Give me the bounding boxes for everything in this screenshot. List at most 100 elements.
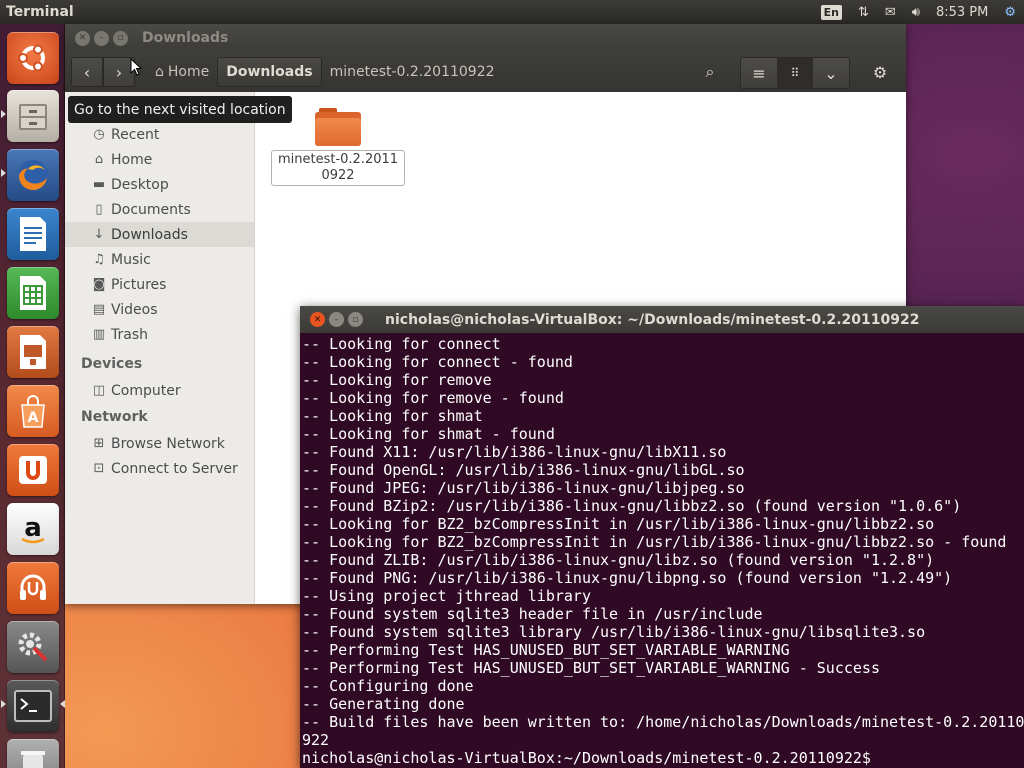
launcher-amazon-button[interactable]: a: [7, 503, 59, 555]
clock[interactable]: 8:53 PM: [928, 5, 996, 20]
sidebar-item-home[interactable]: ⌂ Home: [65, 147, 254, 172]
close-icon[interactable]: ✕: [310, 312, 325, 327]
sidebar-item-documents[interactable]: ▯ Documents: [65, 197, 254, 222]
shopping-bag-icon: A: [21, 395, 45, 428]
sidebar-item-connect-to-server[interactable]: ⊡ Connect to Server: [65, 456, 254, 481]
launcher-calc-button[interactable]: [7, 267, 59, 319]
terminal-line: nicholas@nicholas-VirtualBox:~/Downloads…: [302, 749, 871, 767]
chevron-down-icon: ⌄: [824, 63, 838, 83]
terminal-line: -- Configuring done: [302, 677, 474, 695]
sidebar-item-videos[interactable]: ▤ Videos: [65, 297, 254, 322]
terminal-line: -- Using project jthread library: [302, 587, 591, 605]
launcher-ubuntu-one-button[interactable]: [7, 444, 59, 496]
keyboard-layout-badge: En: [820, 4, 842, 20]
folder-icon: [315, 108, 361, 146]
network-arrows-icon[interactable]: ⇅: [850, 0, 877, 24]
volume-icon[interactable]: 🔊︎: [904, 0, 928, 24]
settings-gear-icon[interactable]: ⚙: [996, 0, 1024, 24]
sidebar-item-music[interactable]: ♫ Music: [65, 247, 254, 272]
close-icon[interactable]: ✕: [75, 30, 90, 46]
sidebar-item-pictures[interactable]: ◙ Pictures: [65, 272, 254, 297]
svg-text:A: A: [28, 410, 39, 426]
settings-button[interactable]: ⚙: [862, 57, 898, 87]
terminal-line: -- Found X11: /usr/lib/i386-linux-gnu/li…: [302, 443, 727, 461]
list-view-button[interactable]: ≡: [741, 58, 777, 88]
clock-icon: ◷: [93, 127, 105, 142]
sidebar-item-label: Documents: [111, 201, 191, 218]
search-button[interactable]: ⌕: [692, 57, 728, 87]
minimize-icon[interactable]: –: [329, 312, 344, 327]
grid-icon: ⠿: [790, 66, 800, 80]
launcher-terminal-button[interactable]: [7, 680, 59, 732]
chevron-right-icon: ›: [115, 62, 123, 82]
ubuntu-one-icon: [19, 456, 47, 484]
ubuntu-logo-icon: [18, 44, 45, 72]
sidebar-item-label: Downloads: [111, 226, 188, 243]
sidebar-item-label: Pictures: [111, 276, 167, 293]
sidebar-item-label: Browse Network: [111, 435, 225, 452]
sidebar-item-trash[interactable]: ▥ Trash: [65, 322, 254, 347]
sidebar-item-label: Desktop: [111, 176, 169, 193]
terminal-window: ✕ – ▫ nicholas@nicholas-VirtualBox: ~/Do…: [300, 306, 1024, 768]
network-icon: ⊞: [93, 436, 105, 451]
breadcrumb-next[interactable]: minetest-0.2.20110922: [322, 57, 503, 87]
maximize-icon[interactable]: ▫: [113, 30, 128, 46]
gear-icon: ⚙: [872, 62, 888, 82]
sidebar-item-label: Recent: [111, 126, 160, 143]
settings-icon: [18, 632, 48, 662]
running-indicator: [1, 169, 6, 177]
maximize-icon[interactable]: ▫: [348, 312, 363, 327]
sidebar-item-computer[interactable]: ◫ Computer: [65, 378, 254, 403]
sidebar-item-desktop[interactable]: ▬ Desktop: [65, 172, 254, 197]
files-titlebar[interactable]: ✕ – ▫ Downloads: [65, 24, 906, 52]
terminal-line: -- Build files have been written to: /ho…: [302, 713, 1024, 731]
file-cabinet-icon: [19, 104, 47, 130]
search-icon: ⌕: [705, 62, 715, 81]
launcher-writer-button[interactable]: [7, 208, 59, 260]
tooltip: Go to the next visited location: [68, 96, 292, 123]
launcher-system-settings-button[interactable]: [7, 621, 59, 673]
launcher-music-store-button[interactable]: [7, 562, 59, 614]
launcher-impress-button[interactable]: [7, 326, 59, 378]
launcher-trash-button[interactable]: [7, 739, 59, 768]
terminal-line: -- Looking for connect - found: [302, 353, 573, 371]
grid-view-button[interactable]: ⠿: [777, 58, 813, 88]
minimize-icon[interactable]: –: [94, 30, 109, 46]
terminal-line: -- Generating done: [302, 695, 465, 713]
svg-text:a: a: [24, 513, 42, 543]
terminal-icon: [14, 690, 52, 722]
launcher: A a: [0, 24, 65, 768]
libreoffice-impress-icon: [20, 335, 46, 369]
terminal-titlebar[interactable]: ✕ – ▫ nicholas@nicholas-VirtualBox: ~/Do…: [300, 306, 1024, 333]
breadcrumb-home[interactable]: ⌂ Home: [147, 57, 217, 87]
view-options-button[interactable]: ⌄: [813, 58, 849, 88]
keyboard-indicator[interactable]: En: [813, 0, 850, 24]
terminal-line: -- Found PNG: /usr/lib/i386-linux-gnu/li…: [302, 569, 953, 587]
active-app-title: Terminal: [6, 4, 74, 20]
places-sidebar: ◷ Recent ⌂ Home ▬ Desktop ▯ Documents ↓ Downloads…: [65, 92, 255, 604]
terminal-line: -- Looking for shmat - found: [302, 425, 555, 443]
drive-icon: ◫: [92, 383, 106, 398]
server-icon: ⊡: [93, 461, 105, 476]
sidebar-item-downloads[interactable]: ↓ Downloads: [65, 222, 254, 247]
terminal-output[interactable]: -- Looking for connect -- Looking for con…: [300, 333, 1024, 768]
terminal-line: -- Found system sqlite3 library /usr/lib…: [302, 623, 926, 641]
sidebar-item-browse-network[interactable]: ⊞ Browse Network: [65, 431, 254, 456]
sidebar-item-recent[interactable]: ◷ Recent: [65, 122, 254, 147]
sidebar-section-header: Devices: [81, 356, 143, 372]
launcher-software-center-button[interactable]: A: [7, 385, 59, 437]
terminal-line: -- Looking for BZ2_bzCompressInit in /us…: [302, 533, 1007, 551]
launcher-dash-button[interactable]: [7, 32, 59, 84]
terminal-line: -- Looking for BZ2_bzCompressInit in /us…: [302, 515, 935, 533]
back-button[interactable]: ‹: [71, 57, 103, 87]
launcher-firefox-button[interactable]: [7, 149, 59, 201]
terminal-line: 922: [302, 731, 330, 749]
music-icon: ♫: [93, 252, 105, 267]
sidebar-item-label: Music: [111, 251, 151, 268]
mail-icon[interactable]: ✉: [877, 0, 904, 24]
libreoffice-writer-icon: [20, 217, 46, 251]
launcher-files-button[interactable]: [7, 90, 59, 142]
terminal-line: -- Looking for remove: [302, 371, 492, 389]
breadcrumb-downloads[interactable]: Downloads: [217, 57, 322, 87]
sidebar-item-label: Videos: [111, 301, 158, 318]
